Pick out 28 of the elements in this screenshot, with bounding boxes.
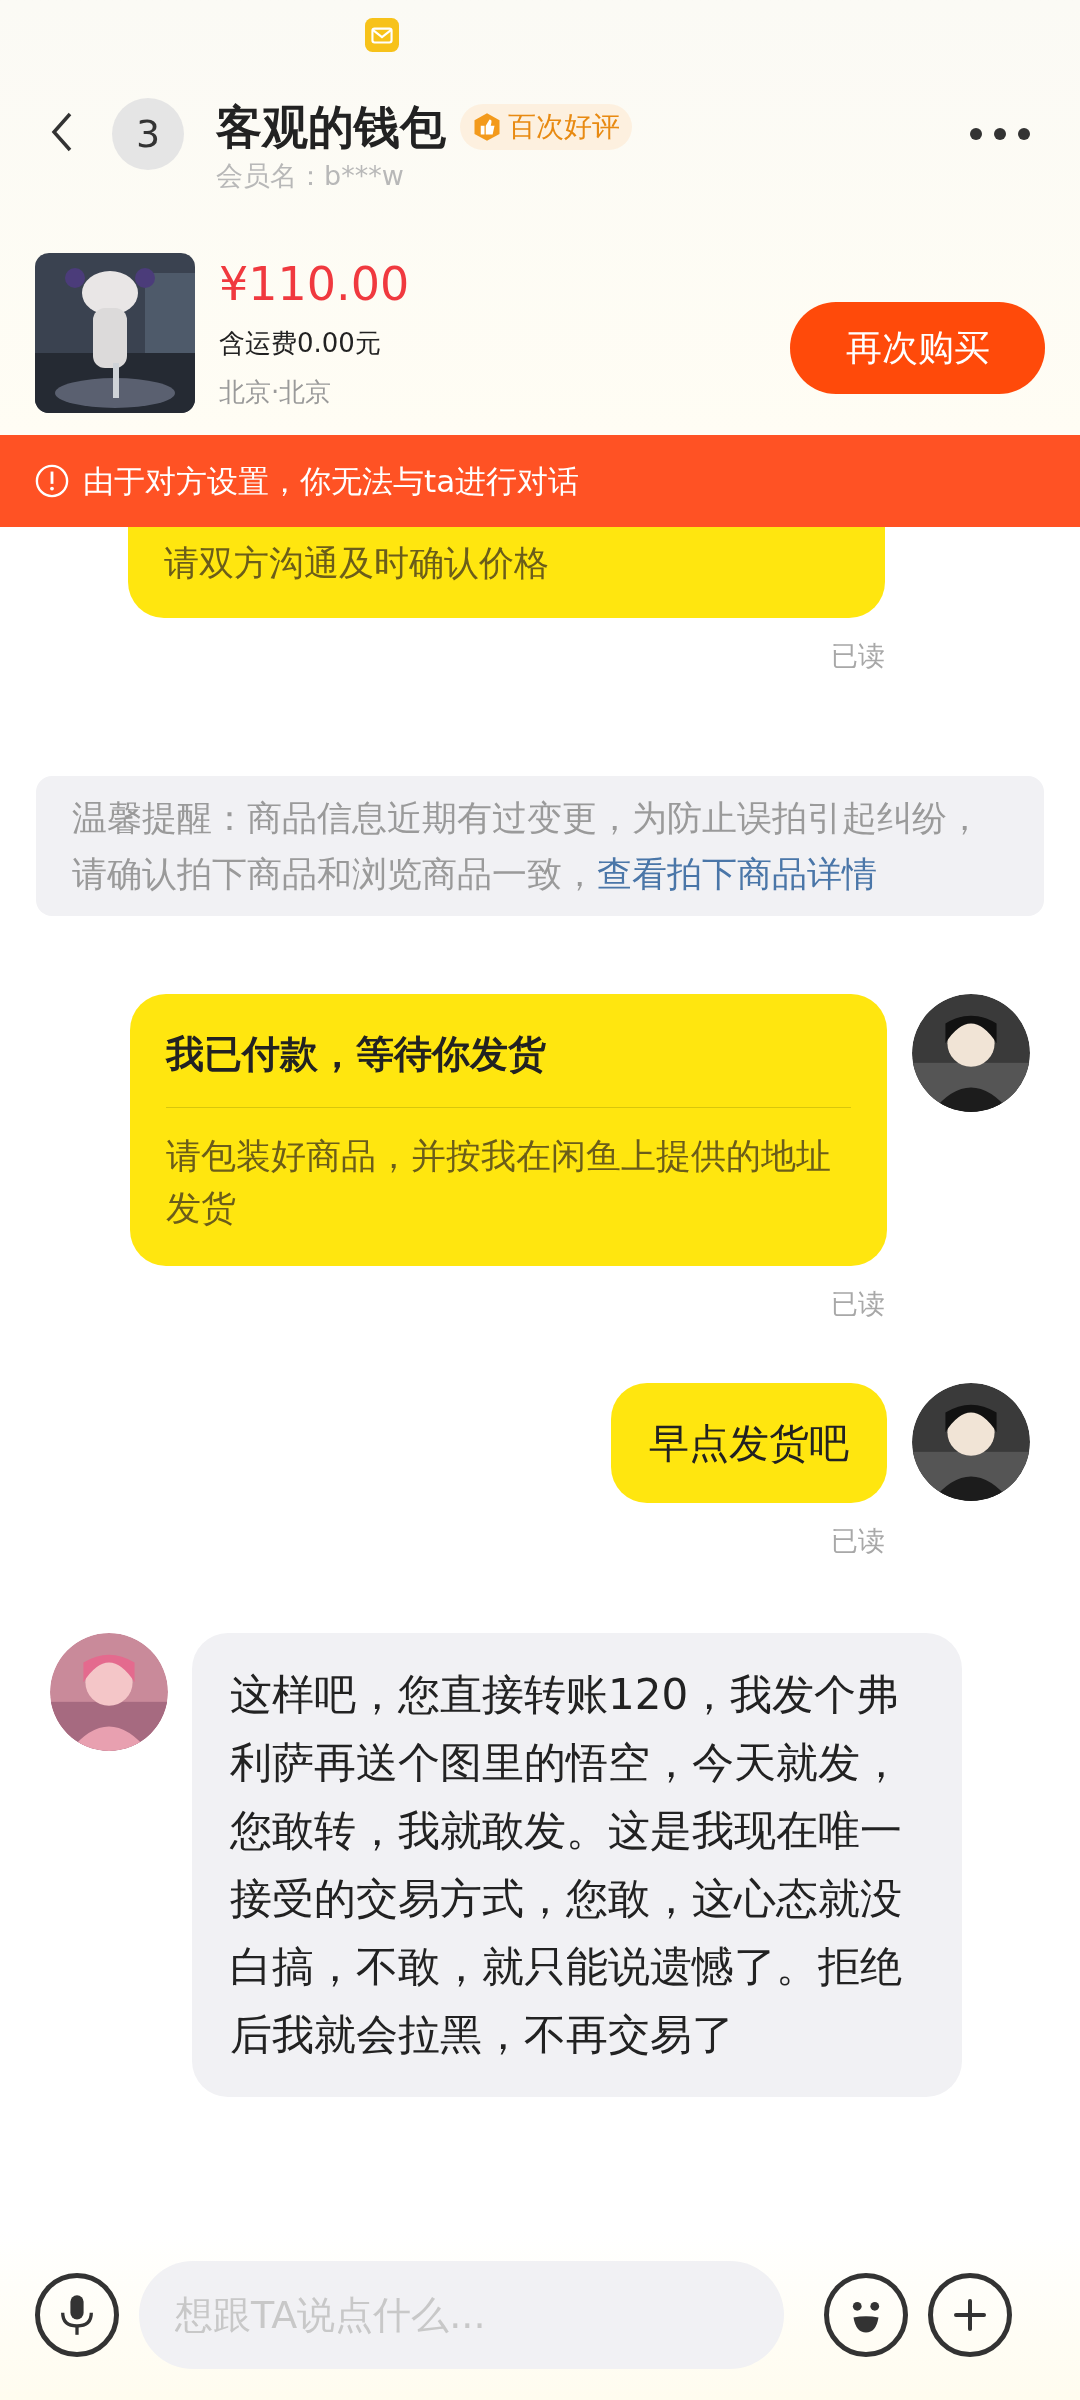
location: 北京·北京 [219, 375, 333, 409]
notice-text: 温馨提醒：商品信息近期有过变更，为防止误拍引起纠纷，请确认拍下商品和浏览商品一致，查看拍下商品详情 [72, 797, 983, 896]
rating-badge: 百次好评 [460, 104, 632, 150]
price: ¥110.00 [219, 255, 410, 313]
read-receipt: 已读 [831, 1287, 885, 1321]
mail-icon [365, 18, 399, 52]
read-receipt: 已读 [831, 1523, 885, 1558]
message-text: 请双方沟通及时确认价格 [164, 542, 550, 585]
add-button[interactable] [928, 2273, 1012, 2357]
warning-text: 由于对方设置，你无法与ta进行对话 [83, 461, 580, 501]
back-button[interactable] [50, 112, 74, 152]
buy-again-button[interactable]: 再次购买 [790, 301, 1045, 394]
emoji-button[interactable] [824, 2273, 908, 2357]
message-text: 早点发货吧 [649, 1418, 849, 1468]
voice-button[interactable] [35, 2273, 119, 2357]
shipping-fee: 含运费0.00元 [219, 326, 382, 360]
message-text: 请包装好商品，并按我在闲鱼上提供的地址发货 [166, 1135, 832, 1230]
message-text: 这样吧，您直接转账120，我发个弗利萨再送个图里的悟空，今天就发，您敢转，我就敢发。这是我现在唯一接受的交易方式，您敢，这心态就没白搞，不敢，就只能说遗憾了。拒绝后我就会拉黑，不再交易了 [230, 1669, 903, 2061]
back-icon [50, 112, 74, 152]
member-name: 会员名：b***w [216, 159, 405, 193]
more-button[interactable] [970, 128, 1030, 140]
unread-count: 3 [112, 98, 184, 170]
seller-name: 客观的钱包 [216, 99, 446, 156]
warning-icon [35, 464, 69, 498]
read-receipt: 已读 [831, 638, 885, 673]
message-title: 我已付款，等待你发货 [166, 1026, 851, 1108]
thumbs-up-icon [472, 112, 502, 142]
product-details-link[interactable]: 查看拍下商品详情 [597, 854, 877, 894]
